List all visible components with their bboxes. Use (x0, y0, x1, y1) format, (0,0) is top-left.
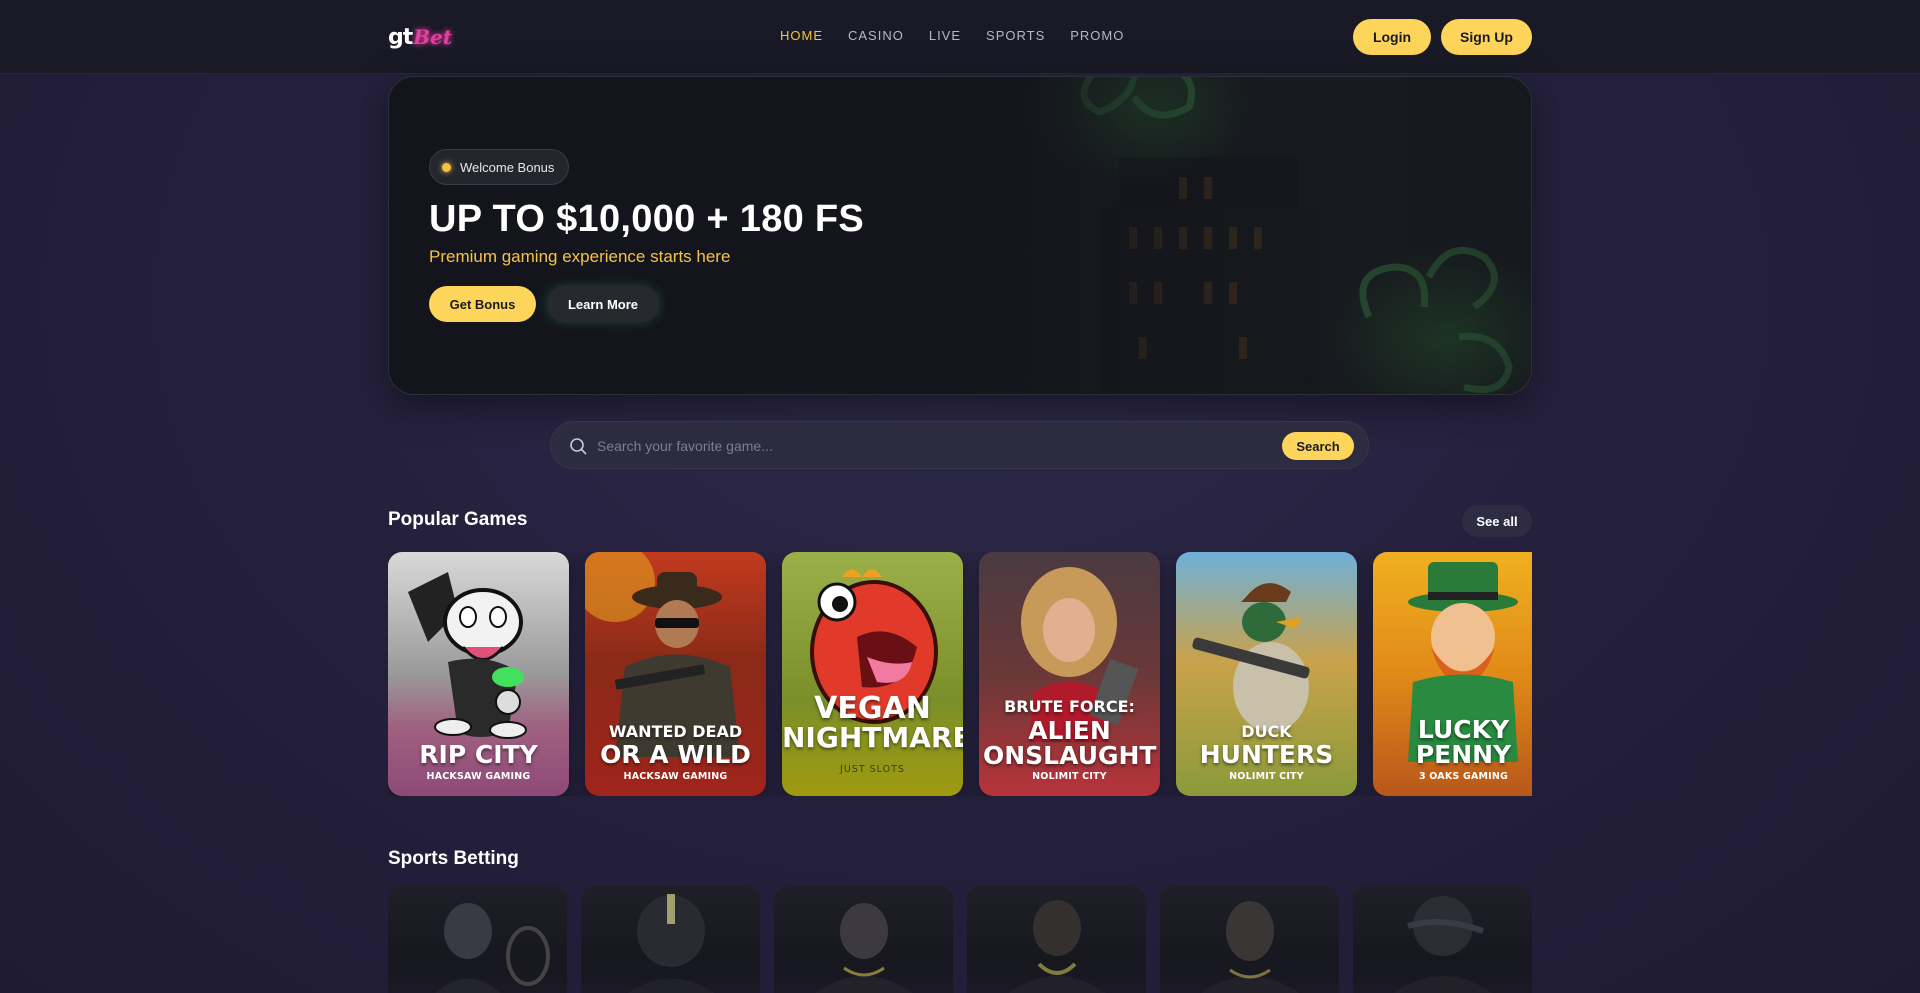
sport-card-basketball[interactable] (967, 886, 1146, 993)
signup-button[interactable]: Sign Up (1441, 19, 1532, 55)
game-provider: NOLIMIT CITY (1032, 771, 1107, 782)
game-provider: JUST SLOTS (840, 764, 905, 775)
hero-title: UP TO $10,000 + 180 FS (429, 198, 865, 240)
welcome-bonus-badge: Welcome Bonus (429, 149, 570, 185)
main-nav: HOME CASINO LIVE SPORTS PROMO (780, 28, 1124, 43)
game-title: ALIEN ONSLAUGHT (983, 716, 1157, 770)
site-header: gt Bet HOME CASINO LIVE SPORTS PROMO Log… (0, 0, 1920, 74)
badge-dot-icon (442, 162, 451, 172)
game-title: RIP CITY (419, 740, 538, 769)
game-search-bar: Search (550, 421, 1369, 469)
game-provider: HACKSAW GAMING (623, 771, 728, 782)
logo-bet-text: Bet (413, 25, 453, 49)
sport-card-football[interactable] (581, 886, 760, 993)
sport-art-tennis (435, 903, 550, 993)
learn-more-button[interactable]: Learn More (547, 286, 659, 322)
game-card-vegan-nightmare[interactable]: VEGAN NIGHTMARE JUST SLOTS (782, 552, 963, 796)
badge-label: Welcome Bonus (460, 159, 555, 175)
game-card-brute-force-alien-onslaught[interactable]: BRUTE FORCE: ALIEN ONSLAUGHT NOLIMIT CIT… (979, 552, 1160, 796)
popular-games-title: Popular Games (388, 509, 528, 530)
sport-card-rugby[interactable] (1160, 886, 1339, 993)
game-title-prefix: VEGAN (814, 691, 931, 726)
see-all-button[interactable]: See all (1462, 505, 1532, 537)
game-title-prefix: LUCKY (1417, 715, 1510, 744)
game-title: HUNTERS (1199, 740, 1334, 769)
game-title-prefix: BRUTE FORCE: (1004, 697, 1135, 716)
nav-sports[interactable]: SPORTS (986, 28, 1045, 43)
sports-betting-row (388, 886, 1532, 993)
popular-games-row: RIP CITY HACKSAW GAMING WANTED DEAD OR A… (388, 552, 1532, 796)
sport-card-baseball[interactable] (1353, 886, 1532, 993)
game-title-prefix: DUCK (1241, 722, 1292, 741)
search-button[interactable]: Search (1282, 432, 1354, 460)
get-bonus-button[interactable]: Get Bonus (429, 286, 536, 322)
nav-live[interactable]: LIVE (929, 28, 961, 43)
sport-card-tennis[interactable] (388, 886, 567, 993)
nav-home[interactable]: HOME (780, 28, 823, 43)
game-card-rip-city[interactable]: RIP CITY HACKSAW GAMING (388, 552, 569, 796)
sport-art-soccer (815, 903, 913, 993)
sports-betting-title: Sports Betting (388, 848, 519, 869)
sport-art-football (627, 894, 715, 993)
game-provider: NOLIMIT CITY (1229, 771, 1304, 782)
game-title: NIGHTMARE (782, 721, 963, 754)
sport-art-baseball (1394, 896, 1492, 993)
game-title: OR A WILD (600, 740, 751, 769)
game-card-lucky-penny[interactable]: LUCKY PENNY 3 OAKS GAMING (1373, 552, 1532, 796)
login-button[interactable]: Login (1353, 19, 1431, 55)
nav-casino[interactable]: CASINO (848, 28, 904, 43)
sport-art-basketball (1008, 900, 1106, 993)
game-title: PENNY (1415, 740, 1512, 769)
search-input[interactable] (597, 430, 1277, 462)
sport-art-rugby (1201, 901, 1299, 993)
site-logo[interactable]: gt Bet (388, 20, 452, 54)
game-provider: HACKSAW GAMING (426, 771, 531, 782)
search-icon (570, 438, 587, 455)
game-art-vegan-nightmare (782, 552, 963, 796)
logo-gt-text: gt (388, 24, 413, 50)
nav-promo[interactable]: PROMO (1070, 28, 1124, 43)
game-title-prefix: WANTED DEAD (608, 722, 743, 741)
hero-subtitle: Premium gaming experience starts here (429, 247, 731, 266)
game-provider: 3 OAKS GAMING (1418, 771, 1509, 782)
hero-banner: Welcome Bonus UP TO $10,000 + 180 FS Pre… (388, 76, 1532, 395)
sport-card-soccer[interactable] (774, 886, 953, 993)
game-card-duck-hunters[interactable]: DUCK HUNTERS NOLIMIT CITY (1176, 552, 1357, 796)
game-card-wanted-dead-or-a-wild[interactable]: WANTED DEAD OR A WILD HACKSAW GAMING (585, 552, 766, 796)
